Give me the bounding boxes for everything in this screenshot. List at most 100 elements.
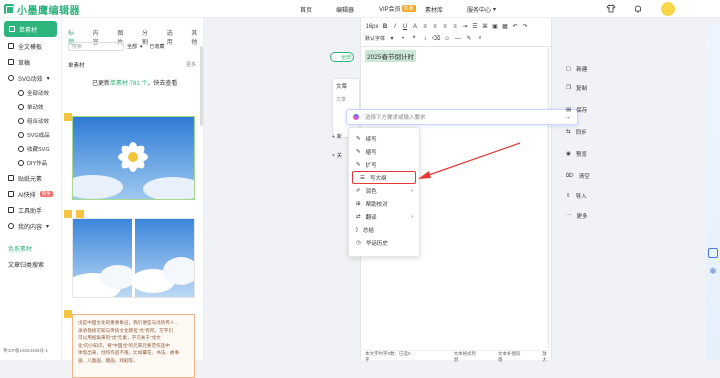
font-family-select[interactable]: 默认字体 [365,35,385,42]
back-button[interactable]: ← 全部 [330,52,354,62]
undo-icon[interactable]: ↶ [511,23,519,30]
favorite-icon[interactable] [64,113,72,121]
align-center-button[interactable]: ≡ [431,24,439,30]
add-doc-button[interactable]: + 新 [332,133,342,141]
bell-icon[interactable] [633,4,643,14]
favorite-icon[interactable] [76,210,84,218]
sync-button[interactable]: ⇆ 同步 [566,128,587,136]
sidebar-item-svg-finished[interactable]: SVG成品 [0,128,61,142]
status-format-check[interactable]: 文本格式检测 [454,351,480,363]
menu-item-summary[interactable]: } 总结 [349,223,419,236]
sidebar-item-draft[interactable]: 草稿 [0,54,61,70]
filter-favorites[interactable]: 已收藏 [150,43,165,50]
clear-format-icon[interactable]: ⌫ [432,35,440,42]
sidebar-item-ai-layout[interactable]: AI快排 限免 [0,186,61,202]
font-color-button[interactable]: A [411,24,419,30]
material-card-clouds[interactable] [65,218,199,301]
table-icon[interactable]: ▦ [501,23,509,30]
sidebar-item-my-content[interactable]: 我的内容 ▾ [0,218,61,234]
text-line: 体现出来，创作作品不限，比如霉花、书法、故事 [78,350,180,355]
nav-materials[interactable]: 素材库 [425,5,443,14]
nav-home[interactable]: 首页 [300,5,312,14]
nav-service[interactable]: 服务中心 ▾ [467,5,496,14]
favorite-icon[interactable] [64,210,72,218]
search-icon[interactable]: ⌕ [476,35,484,42]
italic-button[interactable]: I [391,24,399,30]
font-size-select[interactable]: 16px [365,24,379,30]
link-icon[interactable]: ⌘ [481,23,489,30]
align-right-button[interactable]: ≡ [441,24,449,30]
material-card-flower[interactable] [63,116,203,201]
menu-item-polish[interactable]: ✐ 润色 › [349,184,419,197]
more-link[interactable]: 更多 [186,61,196,68]
underline-button[interactable]: U [401,24,409,30]
search-input[interactable]: 搜索 [68,42,124,51]
redo-icon[interactable]: ↷ [521,23,529,30]
divider-icon[interactable]: — [454,36,462,42]
update-note-highlight[interactable]: 单素材 781 个 [110,78,147,87]
doc-title[interactable]: 文章 [333,79,359,93]
share-icon[interactable] [708,248,718,258]
sidebar-item-svg-fav[interactable]: 收藏SVG [0,142,61,156]
material-card-text[interactable]: 戊是中国文化的重要象征，我们便是与戊的传人... 承承我视可知与传统文化那名“戊… [72,314,195,378]
avatar[interactable] [661,2,675,16]
editor-title-text[interactable]: 2025春节倒计时 [365,50,416,62]
sidebar-item-stickers[interactable]: 贴纸元素 [0,170,61,186]
menu-item-outline[interactable]: ☰ 写大纲 [352,171,416,184]
quote-icon[interactable]: ❝ [410,35,418,42]
status-zoom[interactable]: 放大 [542,351,551,363]
save-button[interactable]: ▤ 保存 [566,106,587,114]
sidebar-item-svg[interactable]: SVG动效 ▾ [0,70,61,86]
import-button[interactable]: ⇩ 导入 [566,192,587,200]
menu-item-expand[interactable]: ✎ 扩写 [349,158,419,171]
sidebar-item-all-effects[interactable]: 全部动效 [0,86,61,100]
favorite-icon[interactable] [64,310,72,318]
tab-select[interactable]: 选用 [167,28,179,46]
format-painter-icon[interactable]: ✎ [465,35,473,42]
sidebar-item-template[interactable]: 全文模板 [0,38,61,54]
menu-item-history[interactable]: ◷ 华话历史 [349,236,419,249]
snowflake-icon[interactable]: ❄ [708,266,718,276]
menu-item-continue[interactable]: ✎ 续写 [349,132,419,145]
filter-all[interactable]: 全部 [127,43,137,50]
scrollbar[interactable] [200,46,203,126]
emoji-icon[interactable]: ☺ [443,36,451,42]
copy-button[interactable]: ❐ 复制 [566,84,587,92]
copy-icon: ❐ [566,85,571,91]
ai-prompt-input[interactable]: 选择下方要求或输入要求 [365,113,426,121]
image-icon[interactable]: ▣ [491,23,499,30]
sidebar-item-combo-effect[interactable]: 组合动效 [0,114,61,128]
menu-item-shorten[interactable]: ✎ 缩写 [349,145,419,158]
logo[interactable]: 小墨鹰编辑器 [4,2,80,17]
clear-button[interactable]: ⌦ 清空 [566,172,590,180]
status-paragraph[interactable]: 文本补偿段落 [498,351,524,363]
menu-item-translate[interactable]: ⇄ 翻译 › [349,210,419,223]
align-left-button[interactable]: ≡ [421,24,429,30]
sidebar-item-single-effect[interactable]: 单动效 [0,100,61,114]
line-height-icon[interactable]: ↕ [421,36,429,42]
sidebar-item-diy[interactable]: DIY作品 [0,156,61,170]
sidebar-link-color[interactable]: 色系素材 [0,240,61,256]
editor-scrollbar[interactable] [547,48,550,348]
menu-item-proofread[interactable]: ⊞ 帮助校对 [349,197,419,210]
list-icon[interactable]: ☰ [471,23,479,30]
justify-button[interactable]: ≡ [451,24,459,30]
sidebar-link-article-search[interactable]: 文章归类搜索 [0,256,61,272]
ai-prompt-bar[interactable]: 选择下方要求或输入要求 → [346,109,578,125]
shirt-icon[interactable] [606,4,616,13]
close-doc-button[interactable]: × 关 [332,152,342,160]
new-button[interactable]: ▢ 新建 [566,65,587,73]
sidebar-item-tools[interactable]: 工具助手 [0,202,61,218]
doc-subtitle[interactable]: 文章 [333,93,359,106]
more-button[interactable]: ⋯ 更多 [566,212,588,220]
indent-icon[interactable]: ⇥ [461,23,469,30]
toolbar-row-1: 16px B I U A ≡ ≡ ≡ ≡ ⇥ ☰ ⌘ ▣ ▦ ↶ ↷ [365,23,529,31]
tab-other[interactable]: 其他 [191,28,203,46]
bullet-list-icon[interactable]: • [399,36,407,42]
nav-vip[interactable]: VIP会员 优惠 [379,4,416,13]
sidebar-item-label: 单动效 [27,105,44,111]
sidebar-item-single[interactable]: 单素材 [4,21,57,37]
bold-button[interactable]: B [381,24,389,30]
preview-button[interactable]: ◉ 预览 [566,150,587,158]
nav-editor[interactable]: 编辑器 [336,5,354,14]
